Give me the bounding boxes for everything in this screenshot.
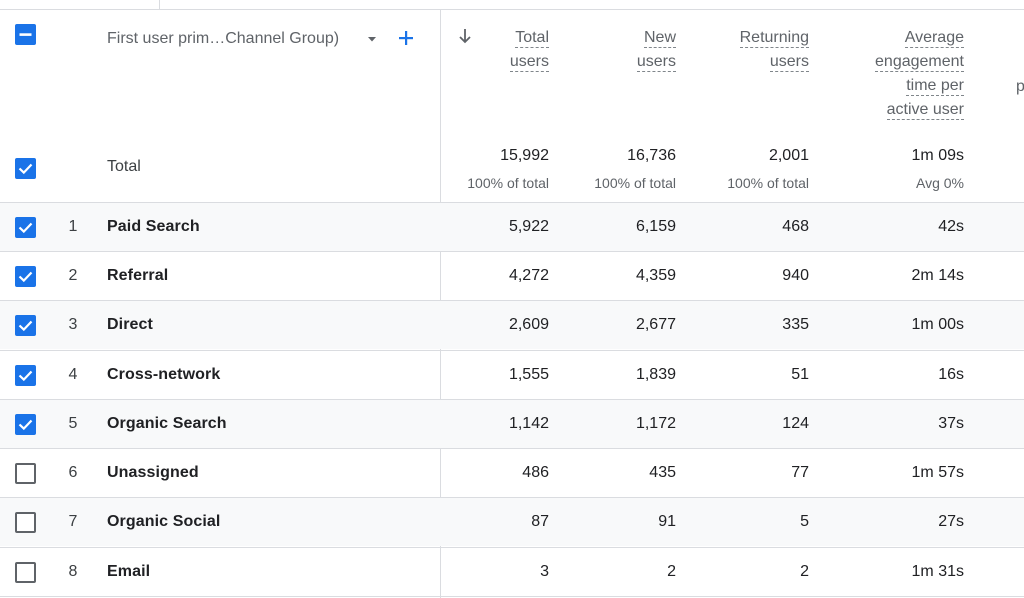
row-total-users-value: 87 [531,513,549,530]
row-total-users-value: 486 [522,464,549,481]
row-channel-label[interactable]: Cross-network [107,366,220,384]
row-total-users-value: 4,272 [508,267,549,284]
row-channel-label[interactable]: Paid Search [107,218,200,236]
row-new-users-value: 6,159 [635,218,676,235]
row-number: 1 [68,218,78,235]
row-total-users-value: 2,609 [508,316,549,333]
row-channel-label[interactable]: Email [107,563,150,581]
total-avg-engagement-subtext: Avg 0% [916,175,964,191]
total-returning-users-value: 2,001 [768,147,809,164]
table-row[interactable]: 7 Organic Social 87 91 5 27s [0,497,1024,546]
row-returning-users-value: 335 [782,316,809,333]
row-channel-label[interactable]: Organic Search [107,415,227,433]
row-new-users-value: 91 [658,513,676,530]
table-row[interactable]: 2 Referral 4,272 4,359 940 2m 14s [0,251,1024,300]
row-avg-engagement-value: 27s [938,513,964,530]
row-returning-users-value: 51 [791,366,809,383]
row-channel-label[interactable]: Direct [107,316,153,334]
minus-checkbox-icon [19,33,32,36]
row-checkbox[interactable] [15,365,36,386]
total-checkbox[interactable] [15,158,36,179]
select-all-checkbox[interactable] [15,24,36,45]
row-avg-engagement-value: 42s [938,218,964,235]
row-number: 4 [68,366,78,383]
column-header-total-users[interactable]: Total users [429,26,549,74]
plus-icon[interactable] [398,30,414,46]
row-new-users-value: 435 [649,464,676,481]
row-channel-label[interactable]: Organic Social [107,513,220,531]
row-checkbox[interactable] [15,217,36,238]
row-channel-label[interactable]: Unassigned [107,464,199,482]
row-avg-engagement-value: 2m 14s [911,267,964,284]
row-channel-label[interactable]: Referral [107,267,168,285]
total-avg-engagement-value: 1m 09s [911,147,964,164]
row-returning-users-value: 124 [782,415,809,432]
total-users-value: 15,992 [500,147,549,164]
row-avg-engagement-value: 1m 57s [911,464,964,481]
check-icon [18,163,33,175]
dimension-selector-label[interactable]: First user prim…Channel Group) [107,30,339,48]
row-new-users-value: 1,839 [635,366,676,383]
table-bottom-border [0,596,1024,597]
row-new-users-value: 2 [667,563,676,580]
row-checkbox[interactable] [15,414,36,435]
row-total-users-value: 5,922 [508,218,549,235]
table-row[interactable]: 4 Cross-network 1,555 1,839 51 16s [0,350,1024,399]
check-icon [18,370,33,382]
row-returning-users-value: 77 [791,464,809,481]
row-returning-users-value: 2 [800,563,809,580]
row-number: 5 [68,415,78,432]
row-checkbox[interactable] [15,512,36,533]
column-header-avg-engagement-time[interactable]: Average engagement time per active user [824,26,964,122]
row-total-users-value: 1,555 [508,366,549,383]
table-row[interactable]: 3 Direct 2,609 2,677 335 1m 00s [0,300,1024,349]
total-returning-users-subtext: 100% of total [727,175,809,191]
row-number: 8 [68,563,78,580]
caret-down-icon[interactable] [366,33,378,45]
row-total-users-value: 1,142 [508,415,549,432]
row-avg-engagement-value: 1m 00s [911,316,964,333]
total-label: Total [107,158,141,175]
table-row[interactable]: 1 Paid Search 5,922 6,159 468 42s [0,202,1024,251]
check-icon [18,271,33,283]
row-avg-engagement-value: 1m 31s [911,563,964,580]
row-checkbox[interactable] [15,266,36,287]
row-returning-users-value: 5 [800,513,809,530]
table-row[interactable]: 5 Organic Search 1,142 1,172 124 37s [0,399,1024,448]
table-row[interactable]: 6 Unassigned 486 435 77 1m 57s [0,448,1024,497]
row-number: 6 [68,464,78,481]
column-header-next-partial: p [1016,78,1024,95]
row-number: 7 [68,513,78,530]
row-checkbox[interactable] [15,315,36,336]
total-new-users-subtext: 100% of total [594,175,676,191]
check-icon [18,419,33,431]
row-number: 2 [68,267,78,284]
row-total-users-value: 3 [540,563,549,580]
row-returning-users-value: 468 [782,218,809,235]
row-avg-engagement-value: 37s [938,415,964,432]
check-icon [18,320,33,332]
row-avg-engagement-value: 16s [938,366,964,383]
row-checkbox[interactable] [15,463,36,484]
row-number: 3 [68,316,78,333]
row-checkbox[interactable] [15,562,36,583]
check-icon [18,222,33,234]
row-new-users-value: 1,172 [635,415,676,432]
column-header-returning-users[interactable]: Returning users [689,26,809,74]
row-returning-users-value: 940 [782,267,809,284]
total-users-subtext: 100% of total [467,175,549,191]
total-new-users-value: 16,736 [627,147,676,164]
row-new-users-value: 2,677 [635,316,676,333]
table-row[interactable]: 8 Email 3 2 2 1m 31s [0,547,1024,596]
top-divider [0,0,1024,10]
row-new-users-value: 4,359 [635,267,676,284]
column-header-new-users[interactable]: New users [556,26,676,74]
